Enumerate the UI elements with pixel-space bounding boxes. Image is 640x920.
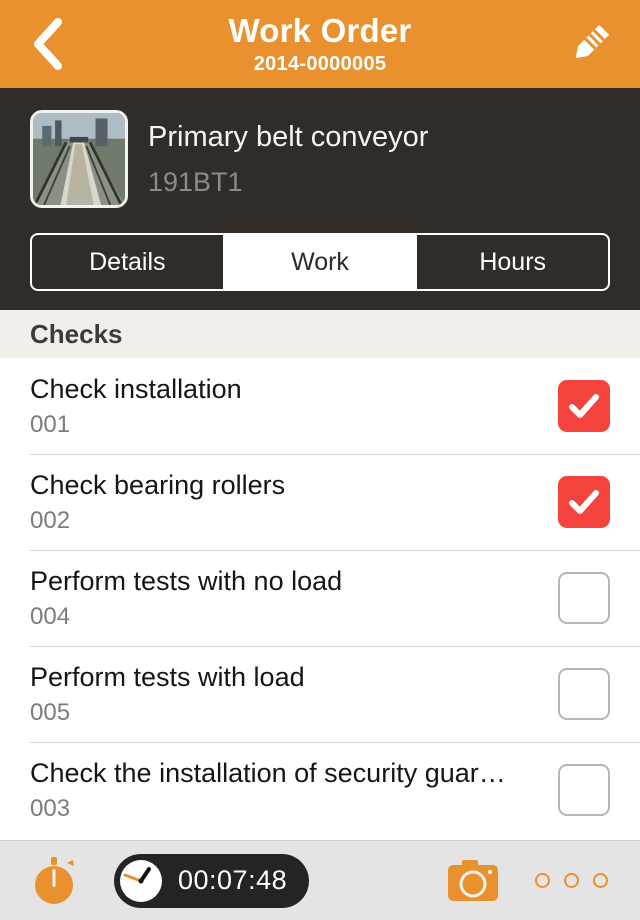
check-row[interactable]: Check bearing rollers 002 — [0, 454, 640, 550]
edit-button[interactable] — [558, 12, 622, 76]
check-title: Check the installation of security guar… — [30, 758, 506, 788]
check-title: Perform tests with no load — [30, 566, 343, 596]
back-button[interactable] — [18, 14, 78, 74]
check-code: 001 — [30, 411, 71, 438]
check-checkbox[interactable] — [558, 476, 610, 528]
tab-hours[interactable]: Hours — [417, 235, 608, 289]
check-checkbox[interactable] — [558, 764, 610, 816]
check-code: 003 — [30, 795, 71, 822]
camera-button[interactable] — [445, 853, 501, 909]
page-title: Work Order — [228, 12, 412, 49]
asset-header-section: Primary belt conveyor 191BT1 Details Wor… — [0, 88, 640, 310]
checks-section-header: Checks — [0, 310, 640, 358]
more-dot-1-icon — [535, 873, 550, 888]
check-row[interactable]: Check the installation of security guar…… — [0, 742, 640, 838]
check-title: Check bearing rollers — [30, 470, 286, 500]
pencil-icon — [575, 24, 610, 59]
check-title: Check installation — [30, 374, 242, 404]
timer-value: 00:07:48 — [178, 865, 288, 895]
check-text-block: Perform tests with no load 004 — [30, 565, 558, 631]
work-order-screen: Work Order 2014-0000005 Primary belt con… — [0, 0, 640, 920]
check-text-block: Check installation 001 — [30, 373, 558, 439]
checkmark-icon — [569, 490, 599, 514]
asset-text-block: Primary belt conveyor 191BT1 — [148, 120, 428, 198]
check-row[interactable]: Check installation 001 — [0, 358, 640, 454]
check-text-block: Check bearing rollers 002 — [30, 469, 558, 535]
navigation-bar: Work Order 2014-0000005 — [0, 0, 640, 88]
asset-row[interactable]: Primary belt conveyor 191BT1 — [30, 106, 610, 211]
more-dot-2-icon — [564, 873, 579, 888]
tab-work[interactable]: Work — [224, 235, 418, 289]
check-title: Perform tests with load — [30, 662, 305, 692]
page-subtitle: 2014-0000005 — [253, 53, 387, 75]
navigation-titles: Work Order 2014-0000005 — [0, 0, 640, 88]
asset-code: 191BT1 — [148, 166, 243, 197]
check-row[interactable]: Perform tests with no load 004 — [0, 550, 640, 646]
tab-details[interactable]: Details — [32, 235, 225, 289]
check-code: 004 — [30, 603, 71, 630]
section-title: Checks — [30, 318, 123, 349]
asset-name: Primary belt conveyor — [148, 120, 429, 153]
check-text-block: Check the installation of security guar…… — [30, 757, 558, 823]
checks-list: Check installation 001 Check bearing rolle… — [0, 358, 640, 840]
stopwatch-button[interactable] — [26, 853, 82, 909]
conveyor-photo-thumbnail — [33, 112, 125, 205]
more-dot-3-icon — [593, 873, 608, 888]
chevron-left-icon — [34, 18, 62, 70]
check-checkbox[interactable] — [558, 668, 610, 720]
check-checkbox[interactable] — [558, 572, 610, 624]
more-options-button[interactable] — [535, 873, 608, 888]
clock-icon — [120, 859, 162, 902]
stopwatch-icon — [35, 856, 74, 904]
asset-thumbnail[interactable] — [30, 109, 128, 208]
camera-icon — [448, 859, 498, 901]
check-row[interactable]: Perform tests with load 005 — [0, 646, 640, 742]
checkmark-icon — [569, 394, 599, 418]
bottom-toolbar: 00:07:48 — [0, 840, 640, 920]
check-text-block: Perform tests with load 005 — [30, 661, 558, 727]
timer-button[interactable]: 00:07:48 — [114, 853, 310, 908]
tab-bar: Details Work Hours — [30, 233, 610, 291]
check-code: 002 — [30, 507, 71, 534]
check-code: 005 — [30, 699, 71, 726]
check-checkbox[interactable] — [558, 380, 610, 432]
